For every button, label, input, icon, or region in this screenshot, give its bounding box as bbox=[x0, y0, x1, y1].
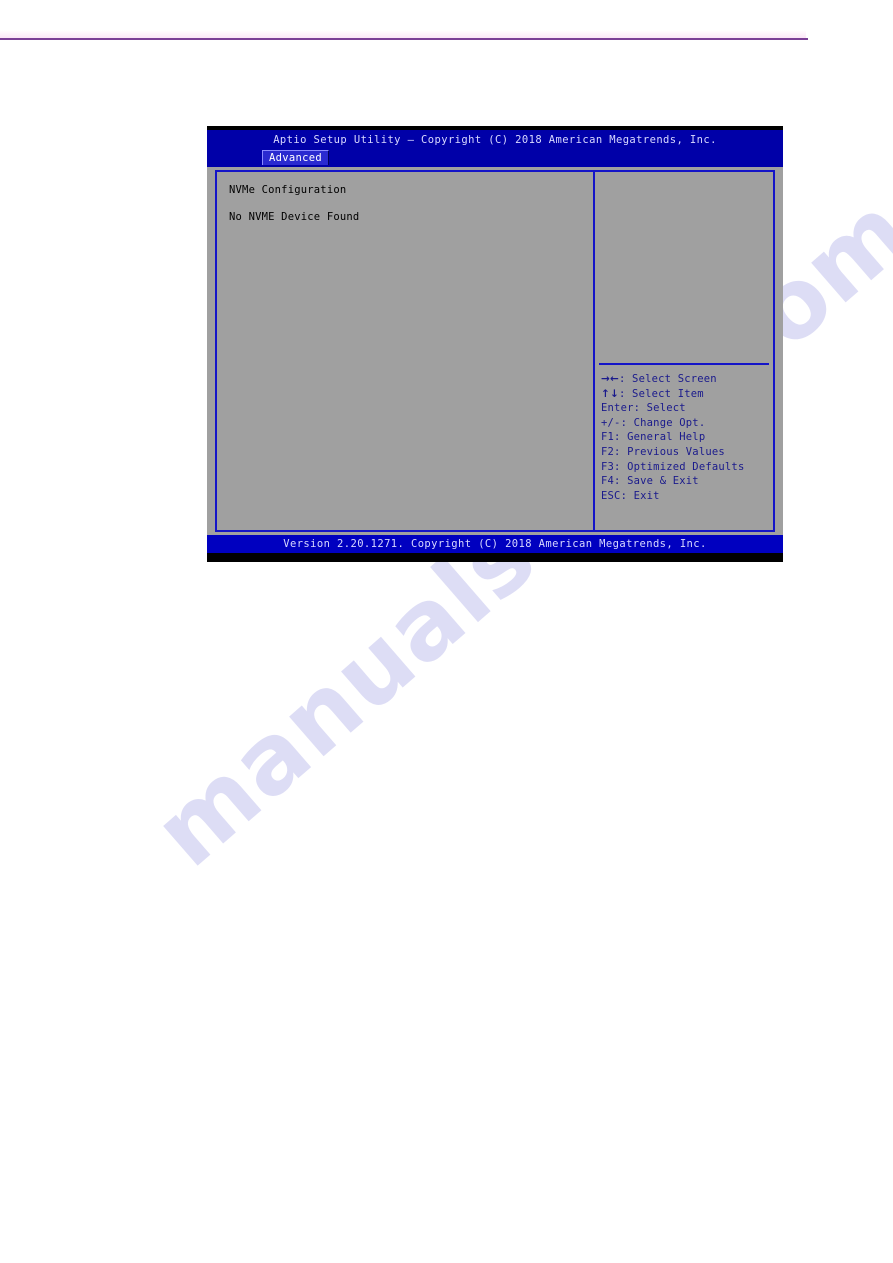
help-key-line: F3: Optimized Defaults bbox=[601, 460, 769, 475]
bios-body: NVMe Configuration No NVME Device Found … bbox=[207, 167, 783, 535]
bios-main-panel: NVMe Configuration No NVME Device Found bbox=[217, 172, 595, 530]
page-header-rule bbox=[0, 38, 808, 40]
help-key-text: ESC: Exit bbox=[601, 489, 660, 502]
help-key-list: →←: Select Screen ↑↓: Select Item Enter: S… bbox=[601, 372, 769, 503]
watermark: manualshive.com bbox=[110, 174, 893, 980]
help-key-text: : Select Screen bbox=[619, 373, 717, 385]
bios-panels: NVMe Configuration No NVME Device Found … bbox=[215, 170, 775, 532]
bios-footer-bar: Version 2.20.1271. Copyright (C) 2018 Am… bbox=[207, 535, 783, 553]
help-key-line: F4: Save & Exit bbox=[601, 474, 769, 489]
help-key-text: Enter: Select bbox=[601, 402, 686, 415]
nvme-device-status: No NVME Device Found bbox=[229, 211, 360, 223]
nvme-configuration-heading: NVMe Configuration bbox=[229, 184, 347, 196]
bios-setup-window: Aptio Setup Utility – Copyright (C) 2018… bbox=[207, 126, 783, 562]
help-key-text: F1: General Help bbox=[601, 431, 706, 444]
tab-advanced[interactable]: Advanced bbox=[262, 150, 329, 165]
bios-help-panel: →←: Select Screen ↑↓: Select Item Enter: S… bbox=[595, 172, 773, 530]
help-key-line: Enter: Select bbox=[601, 401, 769, 416]
bios-title-text: Aptio Setup Utility – Copyright (C) 2018… bbox=[273, 134, 717, 146]
help-key-text: F4: Save & Exit bbox=[601, 475, 699, 488]
help-key-text: +/-: Change Opt. bbox=[601, 416, 706, 429]
help-key-line: ESC: Exit bbox=[601, 489, 769, 504]
help-panel-divider bbox=[599, 363, 769, 365]
help-key-text: : Select Item bbox=[619, 387, 704, 400]
help-key-line: F2: Previous Values bbox=[601, 445, 769, 460]
help-key-line: ↑↓: Select Item bbox=[601, 387, 769, 402]
help-key-text: F3: Optimized Defaults bbox=[601, 460, 745, 473]
bios-version-text: Version 2.20.1271. Copyright (C) 2018 Am… bbox=[283, 538, 707, 550]
bios-tab-bar: Advanced bbox=[207, 150, 783, 167]
bios-title-bar: Aptio Setup Utility – Copyright (C) 2018… bbox=[207, 130, 783, 150]
tab-advanced-label: Advanced bbox=[269, 152, 322, 164]
help-key-line: +/-: Change Opt. bbox=[601, 416, 769, 431]
help-key-glyph: ↑↓ bbox=[601, 387, 619, 400]
help-key-line: →←: Select Screen bbox=[601, 372, 769, 387]
page-rule-glow bbox=[0, 30, 806, 38]
help-key-text: F2: Previous Values bbox=[601, 445, 725, 458]
help-key-line: F1: General Help bbox=[601, 430, 769, 445]
help-key-glyph: →← bbox=[601, 373, 619, 385]
